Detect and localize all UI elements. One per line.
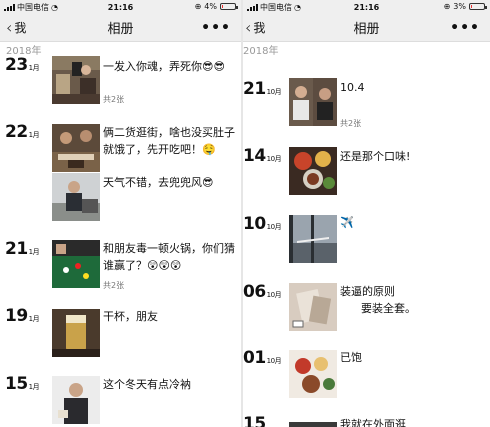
album-panel-left: 中国电信 ◔ 21:16 ⊕ 4% ‹ 我 相册 ••• 2018年 231月 bbox=[0, 0, 241, 427]
post-text: 已饱 bbox=[340, 351, 362, 364]
photo-thumbnail[interactable] bbox=[289, 215, 337, 263]
chevron-left-icon: ‹ bbox=[6, 17, 13, 37]
post-date: 151月 bbox=[5, 374, 40, 394]
status-bar: 中国电信 ◔ 21:16 ⊕ 4% bbox=[0, 0, 241, 14]
photo-thumbnail[interactable] bbox=[52, 309, 100, 357]
photo-count: 共2张 bbox=[103, 95, 125, 104]
back-label: 我 bbox=[253, 21, 266, 35]
back-button[interactable]: ‹ 我 bbox=[245, 19, 265, 36]
chevron-left-icon: ‹ bbox=[245, 17, 252, 37]
post-date: 231月 bbox=[5, 55, 40, 75]
post-date: 1010月 bbox=[243, 214, 282, 234]
back-label: 我 bbox=[14, 21, 27, 35]
nav-bar: ‹ 我 相册 ••• bbox=[0, 14, 241, 42]
post-text: ✈️ bbox=[340, 216, 354, 229]
photo-thumbnail[interactable] bbox=[52, 56, 100, 104]
screenshot: 中国电信 ◔ 21:16 ⊕ 4% ‹ 我 相册 ••• 2018年 231月 bbox=[0, 0, 490, 427]
post-text: 天气不错，去兜兜风😎 bbox=[103, 176, 214, 189]
nav-bar: ‹ 我 相册 ••• bbox=[243, 14, 490, 42]
photo-thumbnail[interactable] bbox=[289, 147, 337, 195]
post-text: 我就在外面逛 bbox=[340, 418, 406, 427]
photo-thumbnail[interactable] bbox=[289, 417, 337, 427]
album-panel-right: 中国电信 ◔ 21:16 ⊕ 3% ‹ 我 相册 ••• 2018年 2110月… bbox=[243, 0, 490, 427]
post-text: 和朋友毒一顿火锅，你们猜谁赢了？😲😲😲 bbox=[103, 242, 235, 272]
post-date: 2110月 bbox=[243, 79, 282, 99]
post-date: 191月 bbox=[5, 306, 40, 326]
photo-thumbnail[interactable] bbox=[52, 376, 100, 424]
photo-count: 共2张 bbox=[340, 119, 362, 128]
post-text: 装逼的原则 要装全套。 bbox=[340, 285, 416, 315]
rotation-lock-icon: ⊕ bbox=[443, 2, 451, 11]
back-button[interactable]: ‹ 我 bbox=[6, 19, 26, 36]
rotation-lock-icon: ⊕ bbox=[194, 2, 202, 11]
battery-icon bbox=[469, 3, 487, 10]
post-text: 一发入你魂，弄死你😎😎 bbox=[103, 60, 225, 73]
post-text: 这个冬天有点冷衲 bbox=[103, 378, 191, 391]
photo-thumbnail[interactable] bbox=[52, 173, 100, 221]
photo-count: 共2张 bbox=[103, 281, 125, 290]
post-date: 0610月 bbox=[243, 282, 282, 302]
post-date: 221月 bbox=[5, 122, 40, 142]
photo-thumbnail[interactable] bbox=[289, 78, 337, 126]
battery-icon bbox=[220, 3, 238, 10]
post-text: 俩二货逛街，啥也没买肚子就饿了，先开吃吧！🤤 bbox=[103, 126, 235, 156]
post-date: 1410月 bbox=[243, 146, 282, 166]
battery-percent: 4% bbox=[204, 2, 217, 11]
post-text: 干杯，朋友 bbox=[103, 310, 158, 323]
photo-thumbnail[interactable] bbox=[289, 54, 337, 61]
post-date: 211月 bbox=[5, 239, 40, 259]
photo-thumbnail[interactable] bbox=[289, 283, 337, 331]
battery-percent: 3% bbox=[453, 2, 466, 11]
photo-thumbnail[interactable] bbox=[289, 350, 337, 398]
photo-thumbnail[interactable] bbox=[52, 124, 100, 172]
photo-thumbnail[interactable] bbox=[52, 240, 100, 288]
post-date: 15 bbox=[243, 414, 266, 427]
post-text: 还是那个口味! bbox=[340, 150, 411, 163]
post-text: 10.4 bbox=[340, 81, 365, 94]
more-button[interactable]: ••• bbox=[450, 20, 480, 36]
more-button[interactable]: ••• bbox=[201, 20, 231, 36]
year-header: 2018年 bbox=[243, 46, 279, 57]
post-date: 0110月 bbox=[243, 348, 282, 368]
status-bar: 中国电信 ◔ 21:16 ⊕ 3% bbox=[243, 0, 490, 14]
